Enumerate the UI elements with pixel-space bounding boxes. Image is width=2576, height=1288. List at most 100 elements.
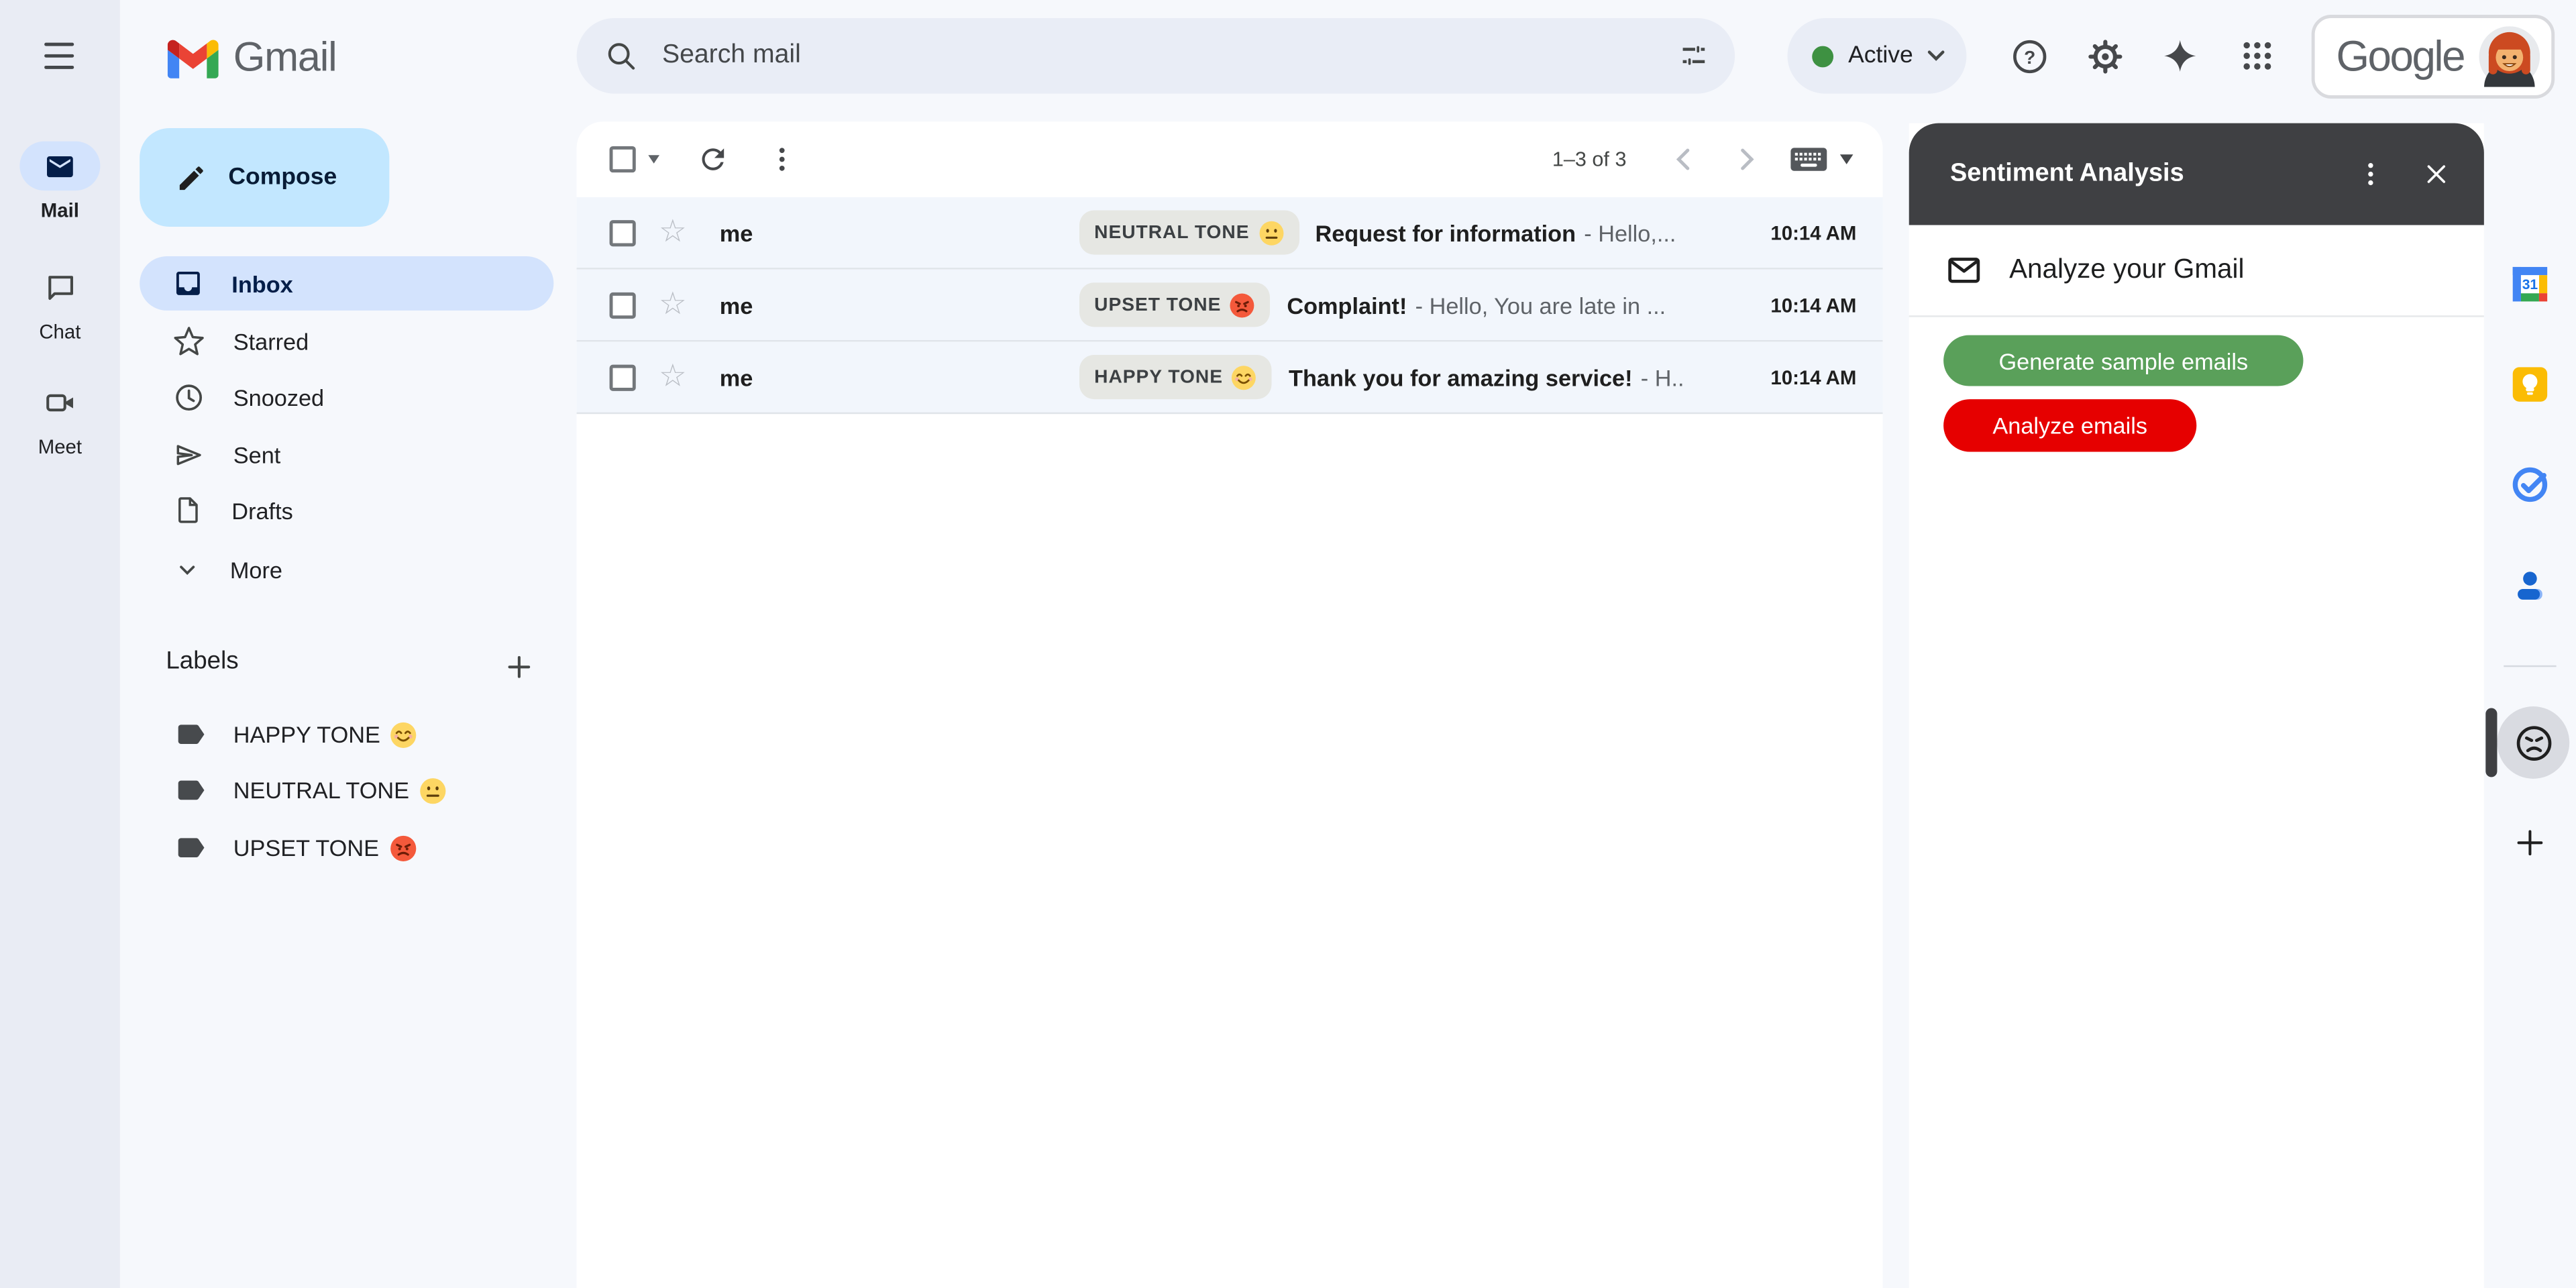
sentiment-addon-button[interactable] xyxy=(2497,706,2569,779)
select-dropdown-caret[interactable] xyxy=(648,155,659,163)
list-toolbar: 1–3 of 3 xyxy=(577,121,1883,197)
more-vertical-icon[interactable] xyxy=(765,143,798,176)
sidebar-label-inbox: Inbox xyxy=(231,270,292,297)
row-checkbox[interactable] xyxy=(610,292,636,318)
main-menu-button[interactable] xyxy=(26,23,92,89)
status-chip-active[interactable]: Active xyxy=(1787,18,1966,94)
label-tag-icon xyxy=(174,773,207,806)
sidebar-label-starred: Starred xyxy=(233,328,309,354)
help-button[interactable]: ? xyxy=(1996,23,2062,89)
search-input[interactable] xyxy=(659,40,1677,72)
send-icon xyxy=(172,438,205,471)
apps-grid-icon xyxy=(2239,38,2275,74)
active-addon-indicator xyxy=(2485,708,2497,777)
rail-label-mail: Mail xyxy=(41,199,79,221)
row-checkbox[interactable] xyxy=(610,219,636,246)
chevron-down-icon xyxy=(172,555,202,584)
star-icon xyxy=(172,325,205,358)
label-tag-icon xyxy=(174,718,207,751)
sidebar-item-inbox[interactable]: Inbox xyxy=(140,256,553,311)
search-icon[interactable] xyxy=(604,40,637,72)
get-addons-button[interactable] xyxy=(2497,810,2563,875)
account-switcher[interactable]: Google xyxy=(2312,15,2555,99)
pencil-icon xyxy=(176,162,207,193)
labels-section-title: Labels xyxy=(166,647,238,676)
email-row[interactable]: ☆ me UPSET TONE Complaint! - Hello, You … xyxy=(577,270,1883,342)
sidebar-label-drafts: Drafts xyxy=(231,497,292,523)
email-row[interactable]: ☆ me NEUTRAL TONE Request for informatio… xyxy=(577,197,1883,270)
more-vertical-icon xyxy=(2356,160,2385,189)
settings-button[interactable] xyxy=(2072,23,2137,89)
generate-sample-emails-button[interactable]: Generate sample emails xyxy=(1943,335,2303,386)
angry-emoji-icon xyxy=(389,834,417,862)
tasks-button[interactable] xyxy=(2497,451,2563,517)
rail-label-meet: Meet xyxy=(38,435,82,458)
sidebar-item-snoozed[interactable]: Snoozed xyxy=(140,370,553,424)
rail-item-mail[interactable]: Mail xyxy=(0,142,120,222)
neutral-emoji-icon xyxy=(1258,219,1284,246)
sidebar-item-starred[interactable]: Starred xyxy=(140,314,553,368)
calendar-icon: 31 xyxy=(2510,264,2550,304)
star-icon[interactable]: ☆ xyxy=(659,362,687,393)
sidebar-label-upset-tone[interactable]: UPSET TONE xyxy=(156,820,567,875)
tone-chip[interactable]: HAPPY TONE xyxy=(1079,355,1272,399)
email-sender: me xyxy=(720,219,1079,246)
sidebar-item-drafts[interactable]: Drafts xyxy=(140,483,553,537)
sidebar-item-more[interactable]: More xyxy=(140,542,553,596)
keep-button[interactable] xyxy=(2497,352,2563,417)
sidebar-label-more: More xyxy=(230,556,282,582)
svg-text:?: ? xyxy=(2023,46,2035,67)
tone-chip[interactable]: NEUTRAL TONE xyxy=(1079,210,1299,254)
input-tools-caret[interactable] xyxy=(1840,154,1854,164)
mail-icon xyxy=(44,150,76,182)
select-all-checkbox[interactable] xyxy=(610,146,636,172)
mail-pill xyxy=(19,142,100,191)
addon-panel-header: Sentiment Analysis xyxy=(1909,123,2484,225)
star-icon[interactable]: ☆ xyxy=(659,289,687,321)
tone-chip[interactable]: UPSET TONE xyxy=(1079,282,1271,327)
draft-icon xyxy=(172,494,204,526)
email-snippet: - H.. xyxy=(1641,364,1758,390)
sidebar-label-happy-tone[interactable]: HAPPY TONE xyxy=(156,706,567,762)
chevron-right-icon[interactable] xyxy=(1728,142,1764,178)
gemini-button[interactable] xyxy=(2147,23,2213,89)
row-checkbox[interactable] xyxy=(610,364,636,390)
create-label-button[interactable] xyxy=(493,641,545,693)
sidebar-label-snoozed: Snoozed xyxy=(233,384,324,410)
star-icon[interactable]: ☆ xyxy=(659,217,687,248)
addon-section-title: Analyze your Gmail xyxy=(2009,255,2244,286)
gmail-logo[interactable]: Gmail xyxy=(168,34,337,82)
avatar-woman-icon[interactable] xyxy=(2479,26,2540,87)
addon-menu-button[interactable] xyxy=(2343,146,2398,202)
email-subject: Request for information xyxy=(1315,219,1576,246)
chevron-left-icon[interactable] xyxy=(1666,142,1702,178)
gmail-m-icon xyxy=(168,39,219,78)
envelope-icon xyxy=(1945,252,1983,289)
gmail-app-window: Mail Chat Meet Gmail xyxy=(0,0,2576,1288)
happy-emoji-icon xyxy=(390,720,419,749)
refresh-icon[interactable] xyxy=(696,143,729,176)
contacts-button[interactable] xyxy=(2497,552,2563,618)
sidebar-label-neutral-tone[interactable]: NEUTRAL TONE xyxy=(156,762,567,818)
analyze-emails-button[interactable]: Analyze emails xyxy=(1943,399,2196,451)
apps-button[interactable] xyxy=(2224,23,2290,89)
rail-label-chat: Chat xyxy=(39,321,80,343)
input-tools-icon[interactable] xyxy=(1787,143,1830,176)
hamburger-icon xyxy=(44,43,74,46)
rail-item-meet[interactable]: Meet xyxy=(0,378,120,458)
close-icon xyxy=(2423,161,2449,187)
calendar-button[interactable]: 31 xyxy=(2497,252,2563,317)
rail-divider xyxy=(2504,665,2556,667)
svg-text:31: 31 xyxy=(2522,277,2538,292)
compose-button[interactable]: Compose xyxy=(140,128,389,227)
plus-icon xyxy=(502,651,535,684)
email-row[interactable]: ☆ me HAPPY TONE Thank you for amazing se… xyxy=(577,341,1883,414)
label-tag-icon xyxy=(174,831,207,864)
keep-icon xyxy=(2510,365,2550,405)
search-bar[interactable] xyxy=(577,18,1735,94)
tune-icon[interactable] xyxy=(1677,40,1710,72)
sidebar-item-sent[interactable]: Sent xyxy=(140,427,553,482)
rail-item-chat[interactable]: Chat xyxy=(0,263,120,343)
addon-close-button[interactable] xyxy=(2408,146,2464,202)
sidebar-label-sent: Sent xyxy=(233,441,281,468)
